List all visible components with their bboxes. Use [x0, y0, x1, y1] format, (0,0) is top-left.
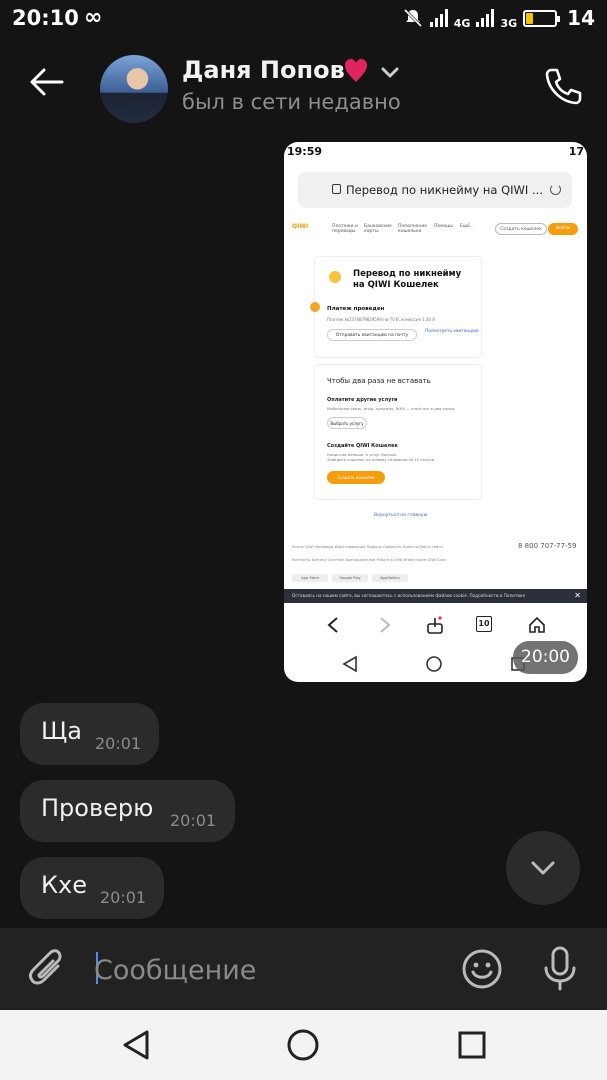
message-text: Проверю: [41, 794, 154, 822]
shot-promo-heading: Чтобы два раза не вставать: [327, 377, 431, 385]
shot-status-bar: 19:59 17: [284, 142, 587, 162]
message-bubble[interactable]: Ща 20:01: [20, 703, 159, 765]
shot-promo-card: Чтобы два раза не вставать Оплатите друг…: [314, 364, 482, 500]
message-composer: [0, 928, 607, 1010]
shot-promo-text: Мобильная связь, игры, кредиты, ЖКХ — и …: [327, 406, 456, 411]
shot-view-receipt-link: Посмотреть квитанцию: [425, 329, 479, 334]
battery-icon: [523, 9, 561, 27]
close-icon: ✕: [574, 591, 581, 600]
shot-url-bar: Перевод по никнейму на QIWI ...: [298, 172, 572, 208]
shot-nav-item: Банковские карты: [364, 224, 392, 234]
chevron-down-icon: [531, 861, 555, 875]
lock-icon: [332, 184, 341, 194]
shot-appstore-badge: App Store: [292, 574, 328, 582]
shot-back-home-link: Вернуться на главную: [374, 513, 428, 518]
avatar[interactable]: [100, 55, 168, 123]
shot-status-time: 19:59: [287, 145, 323, 158]
contact-name[interactable]: Даня Попов: [182, 56, 345, 84]
shot-nav-item: Ещё...: [460, 224, 475, 229]
battery-level: 14: [567, 6, 595, 30]
paperclip-icon[interactable]: [28, 948, 68, 990]
message-bubble[interactable]: Кхе 20:01: [20, 857, 164, 919]
status-time: 20:10: [12, 6, 79, 30]
shot-cookie-text: Оставаясь на нашем сайте, вы соглашаетес…: [292, 593, 526, 598]
shot-payment-card: Перевод по никнейму на QIWI Кошелек Плат…: [314, 256, 482, 358]
message-time: 20:01: [100, 888, 147, 907]
shot-phone-number: 8 800 707-77-59: [518, 542, 577, 550]
chevron-down-icon[interactable]: [380, 66, 400, 80]
share-icon: [427, 616, 443, 634]
shot-create-wallet-button: Создать кошелек: [327, 471, 385, 484]
phone-icon[interactable]: [541, 64, 585, 108]
emoji-icon[interactable]: [461, 948, 503, 990]
chevron-left-icon: [327, 617, 338, 633]
status-icons: 4G 3G 14: [402, 6, 595, 30]
message-time: 20:01: [95, 734, 142, 753]
network-type-1: 4G: [453, 17, 471, 30]
shot-footer-links-1: Карты QIWI переводы Идентификация Помощь…: [292, 545, 443, 549]
shot-payment-details: Платеж №1378879829599 на 70 ₽, комиссия …: [327, 317, 435, 322]
shot-send-receipt-button: Отправить квитанцию на почту: [327, 329, 417, 341]
shot-store-badges: App Store Google Play AppGallery: [292, 574, 408, 582]
back-arrow-icon[interactable]: [26, 62, 66, 102]
shot-nav-item: Пополнение кошелька: [398, 224, 428, 234]
nav-back-icon[interactable]: [121, 1028, 151, 1062]
shot-tabs-count: 10: [476, 616, 492, 632]
signal-1-icon: [429, 9, 448, 27]
message-text: Ща: [41, 717, 82, 745]
shot-create-button: Создать кошелек: [495, 223, 547, 235]
shot-create-wallet-heading: Создайте QIWI Кошелек: [327, 443, 398, 449]
image-message[interactable]: 19:59 17 Перевод по никнейму на QIWI ...…: [284, 142, 587, 682]
reload-icon: [550, 184, 561, 195]
message-text: Кхе: [41, 871, 88, 899]
shot-site-nav: QIWI Платежи и переводы Банковские карты…: [284, 220, 587, 240]
message-bubble[interactable]: Проверю 20:01: [20, 780, 235, 842]
system-nav-bar: [0, 1010, 607, 1080]
scroll-down-button[interactable]: [506, 831, 580, 905]
nav-home-icon[interactable]: [286, 1028, 320, 1062]
shot-nav-item: Платежи и переводы: [332, 224, 358, 234]
network-type-2: 3G: [500, 17, 518, 30]
heart-icon: [345, 59, 367, 82]
status-bar: 20:10 ∞ 4G 3G 14: [0, 0, 607, 38]
shot-login-button: Войти: [548, 223, 578, 235]
shot-create-wallet-text: Комиссия меньше, а услуг больше. Заведит…: [327, 452, 436, 462]
shot-card-title: Перевод по никнейму на QIWI Кошелек: [353, 269, 462, 290]
image-message-time: 20:00: [513, 641, 578, 674]
shot-promo-subheading: Оплатите другие услуги: [327, 397, 398, 403]
signal-2-icon: [476, 9, 495, 27]
chat-header: Даня Попов был в сети недавно: [0, 38, 607, 130]
shot-choose-service-button: Выбрать услугу: [327, 417, 367, 429]
shot-googleplay-badge: Google Play: [332, 574, 368, 582]
microphone-icon[interactable]: [540, 946, 580, 992]
message-input[interactable]: [94, 950, 424, 990]
shot-footer-links-2: Контакты Бизнесу Агентам Арендодателям Р…: [292, 558, 447, 562]
message-time: 20:01: [170, 811, 217, 830]
qiwi-logo: QIWI: [292, 223, 309, 230]
shot-url-text: Перевод по никнейму на QIWI ...: [346, 183, 543, 197]
infinity-icon: ∞: [84, 5, 103, 30]
nav-recents-icon[interactable]: [456, 1028, 488, 1062]
shot-status-battery: 17: [568, 145, 584, 158]
shot-cookie-banner: Оставаясь на нашем сайте, вы соглашаетес…: [284, 589, 587, 603]
shot-appgallery-badge: AppGallery: [372, 574, 408, 582]
success-icon: [310, 302, 320, 312]
mute-icon: [403, 8, 422, 28]
shot-create-line-2: Заведите кошелек по номеру телефона за 1…: [327, 457, 436, 462]
shot-nav-item: Помощь: [434, 224, 454, 229]
home-icon: [529, 616, 545, 633]
chevron-right-icon: [380, 617, 391, 633]
shot-payment-status: Платеж проведен: [327, 306, 385, 312]
contact-status: был в сети недавно: [182, 90, 401, 114]
shot-browser-toolbar: 10: [284, 608, 587, 642]
